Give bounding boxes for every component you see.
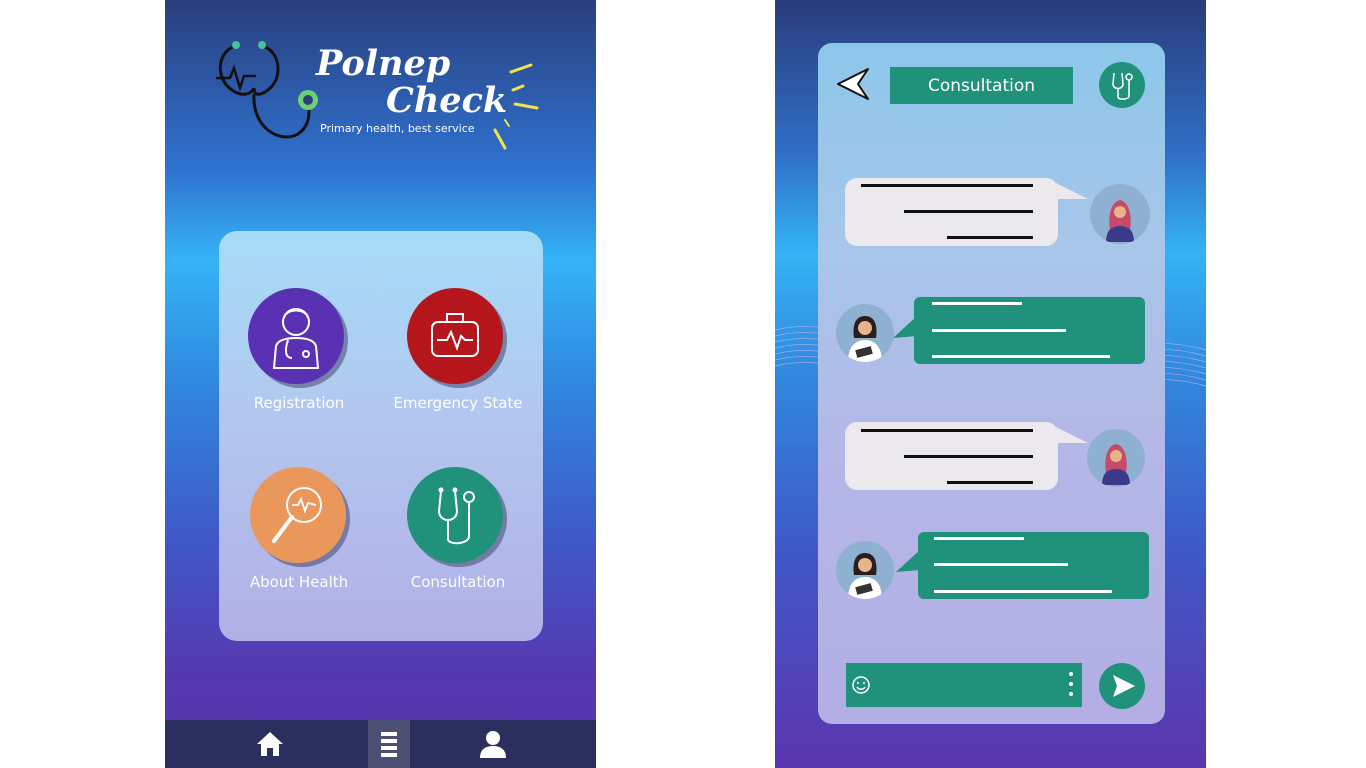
doctor-avatar-icon — [848, 316, 882, 362]
text-line — [861, 429, 1033, 432]
consultation-label: Consultation — [410, 573, 506, 591]
back-arrow-icon[interactable] — [834, 65, 872, 103]
patient-avatar-icon — [1106, 200, 1134, 242]
home-screen: Polnep Check Primary health, best servic… — [165, 0, 596, 768]
emergency-label: Emergency State — [393, 394, 523, 412]
app-name-line1: Polnep — [316, 43, 451, 84]
send-icon — [1113, 675, 1135, 697]
avatar — [836, 304, 894, 362]
bottom-nav — [165, 720, 596, 768]
chat-screen: Consultation — [775, 0, 1206, 768]
text-line — [904, 210, 1033, 213]
text-line — [904, 455, 1033, 458]
about-health-label: About Health — [249, 573, 349, 591]
avatar — [1087, 429, 1145, 487]
emoji-icon[interactable] — [851, 675, 871, 695]
nav-menu[interactable] — [368, 720, 410, 768]
consultation-circle[interactable] — [407, 467, 503, 563]
menu-icon — [381, 732, 397, 757]
registration-label: Registration — [253, 394, 345, 412]
more-vertical-icon[interactable] — [1066, 669, 1076, 701]
user-icon — [480, 731, 506, 758]
text-line — [932, 355, 1110, 358]
app-name-line2: Check — [386, 80, 508, 121]
text-line — [934, 563, 1068, 566]
sparkle-icon — [493, 63, 539, 150]
text-line — [947, 481, 1033, 484]
first-aid-kit-icon — [431, 313, 479, 357]
text-line — [861, 184, 1033, 187]
text-line — [934, 590, 1112, 593]
nav-home[interactable] — [245, 720, 295, 768]
send-button[interactable] — [1099, 663, 1145, 709]
text-line — [934, 537, 1024, 540]
doctor-icon — [272, 308, 320, 369]
header-stethoscope-button[interactable] — [1099, 62, 1145, 108]
stethoscope-logo-icon — [216, 41, 318, 139]
magnifier-icon — [272, 487, 322, 543]
stethoscope-icon — [437, 487, 475, 545]
nav-profile[interactable] — [468, 720, 518, 768]
text-line — [932, 329, 1066, 332]
avatar — [1090, 184, 1150, 244]
text-line — [947, 236, 1033, 239]
patient-avatar-icon — [1102, 444, 1130, 485]
emergency-circle[interactable] — [407, 288, 503, 384]
bubble-tail — [1056, 427, 1088, 443]
bubble-tail — [1056, 183, 1088, 199]
app-tagline: Primary health, best service — [320, 122, 475, 135]
about-health-circle[interactable] — [250, 467, 346, 563]
doctor-avatar-icon — [848, 553, 882, 599]
text-line — [932, 302, 1022, 305]
stethoscope-icon — [1112, 72, 1133, 100]
home-icon — [257, 732, 283, 756]
bubble-tail — [896, 550, 920, 572]
avatar — [836, 541, 894, 599]
menu-card: Registration Emergency State About Healt… — [219, 231, 543, 641]
message-input[interactable] — [846, 663, 1082, 707]
chat-card: Consultation — [818, 43, 1165, 724]
registration-circle[interactable] — [248, 288, 344, 384]
chat-title: Consultation — [890, 67, 1073, 104]
